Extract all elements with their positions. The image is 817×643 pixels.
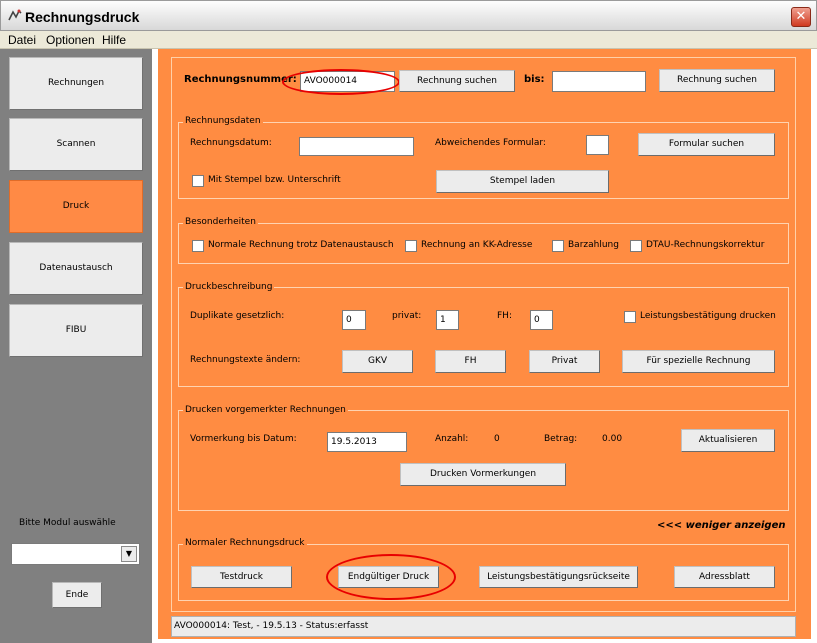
reservation-date-input[interactable]: 19.5.2013	[327, 432, 407, 452]
cash-payment-label: Barzahlung	[568, 240, 619, 250]
highlight-circle	[326, 554, 456, 600]
refresh-button[interactable]: Aktualisieren	[681, 429, 775, 452]
duplicates-label: Duplikate gesetzlich:	[190, 311, 285, 321]
service-confirmation-checkbox[interactable]	[624, 311, 636, 323]
show-less-link[interactable]: <<< weniger anzeigen	[657, 520, 786, 531]
amount-value: 0.00	[602, 434, 623, 444]
status-bar: AVO000014: Test, - 19.5.13 - Status:erfa…	[171, 616, 796, 637]
sidebar-item-rechnungen[interactable]: Rechnungen	[9, 57, 143, 110]
chevron-down-icon[interactable]: ▼	[121, 546, 137, 562]
cash-payment-checkbox[interactable]	[552, 240, 564, 252]
fh-label: FH:	[497, 311, 512, 321]
dtau-correction-label: DTAU-Rechnungskorrektur	[646, 240, 765, 250]
fh-button[interactable]: FH	[435, 350, 506, 373]
service-backside-button[interactable]: Leistungsbestätigungsrückseite	[479, 566, 638, 588]
gkv-button[interactable]: GKV	[342, 350, 413, 373]
private-label: privat:	[392, 311, 422, 321]
highlight-circle	[282, 69, 400, 95]
dtau-correction-checkbox[interactable]	[630, 240, 642, 252]
end-button[interactable]: Ende	[52, 582, 102, 608]
print-reservations-button[interactable]: Drucken Vormerkungen	[400, 463, 566, 486]
group-vorgemerkt	[178, 410, 789, 511]
search-invoice-button[interactable]: Rechnung suchen	[399, 70, 515, 92]
normal-invoice-checkbox[interactable]	[192, 240, 204, 252]
module-label: Bitte Modul auswähle	[19, 518, 116, 528]
search-form-button[interactable]: Formular suchen	[638, 133, 775, 156]
group-normal-print-legend: Normaler Rechnungsdruck	[183, 538, 307, 548]
invoice-to-input[interactable]	[552, 71, 646, 92]
app-icon	[8, 9, 22, 21]
menu-bar: Datei Optionen Hilfe	[0, 31, 817, 49]
sidebar-item-druck[interactable]: Druck	[9, 180, 143, 233]
duplicates-input[interactable]: 0	[342, 310, 366, 330]
title-bar: Rechnungsdruck ✕	[0, 0, 817, 31]
alt-form-label: Abweichendes Formular:	[435, 138, 546, 148]
normal-invoice-label: Normale Rechnung trotz Datenaustausch	[208, 240, 394, 250]
private-button[interactable]: Privat	[529, 350, 600, 373]
test-print-button[interactable]: Testdruck	[191, 566, 292, 588]
to-label: bis:	[524, 74, 545, 85]
close-icon[interactable]: ✕	[791, 7, 811, 27]
stamp-checkbox[interactable]	[192, 175, 204, 187]
count-value: 0	[494, 434, 500, 444]
address-sheet-button[interactable]: Adressblatt	[674, 566, 775, 588]
invoice-number-label: Rechnungsnummer:	[184, 74, 297, 85]
alt-form-input[interactable]	[586, 135, 609, 155]
sidebar-item-datenaustausch[interactable]: Datenaustausch	[9, 242, 143, 295]
fh-input[interactable]: 0	[530, 310, 553, 330]
kk-address-checkbox[interactable]	[405, 240, 417, 252]
service-confirmation-label: Leistungsbestätigung drucken	[640, 311, 776, 321]
kk-address-label: Rechnung an KK-Adresse	[421, 240, 533, 250]
invoice-date-label: Rechnungsdatum:	[190, 138, 272, 148]
sidebar-item-scannen[interactable]: Scannen	[9, 118, 143, 171]
sidebar-item-fibu[interactable]: FIBU	[9, 304, 143, 357]
load-stamp-button[interactable]: Stempel laden	[436, 170, 609, 193]
stamp-checkbox-label: Mit Stempel bzw. Unterschrift	[208, 175, 341, 185]
count-label: Anzahl:	[435, 434, 469, 444]
amount-label: Betrag:	[544, 434, 578, 444]
group-rechnungsdaten-legend: Rechnungsdaten	[183, 116, 263, 126]
invoice-date-input[interactable]	[299, 137, 414, 156]
menu-datei[interactable]: Datei	[8, 33, 36, 47]
menu-hilfe[interactable]: Hilfe	[102, 33, 126, 47]
search-invoice-to-button[interactable]: Rechnung suchen	[659, 69, 775, 92]
menu-optionen[interactable]: Optionen	[46, 33, 95, 47]
reservation-date-label: Vormerkung bis Datum:	[190, 434, 297, 444]
private-input[interactable]: 1	[436, 310, 459, 330]
window-title: Rechnungsdruck	[25, 9, 140, 25]
group-besonderheiten-legend: Besonderheiten	[183, 217, 258, 227]
invoice-texts-label: Rechnungstexte ändern:	[190, 355, 301, 365]
group-druckbeschreibung-legend: Druckbeschreibung	[183, 282, 275, 292]
special-invoice-button[interactable]: Für spezielle Rechnung	[622, 350, 775, 373]
group-vorgemerkt-legend: Drucken vorgemerkter Rechnungen	[183, 405, 348, 415]
module-select[interactable]: ▼	[11, 543, 140, 565]
